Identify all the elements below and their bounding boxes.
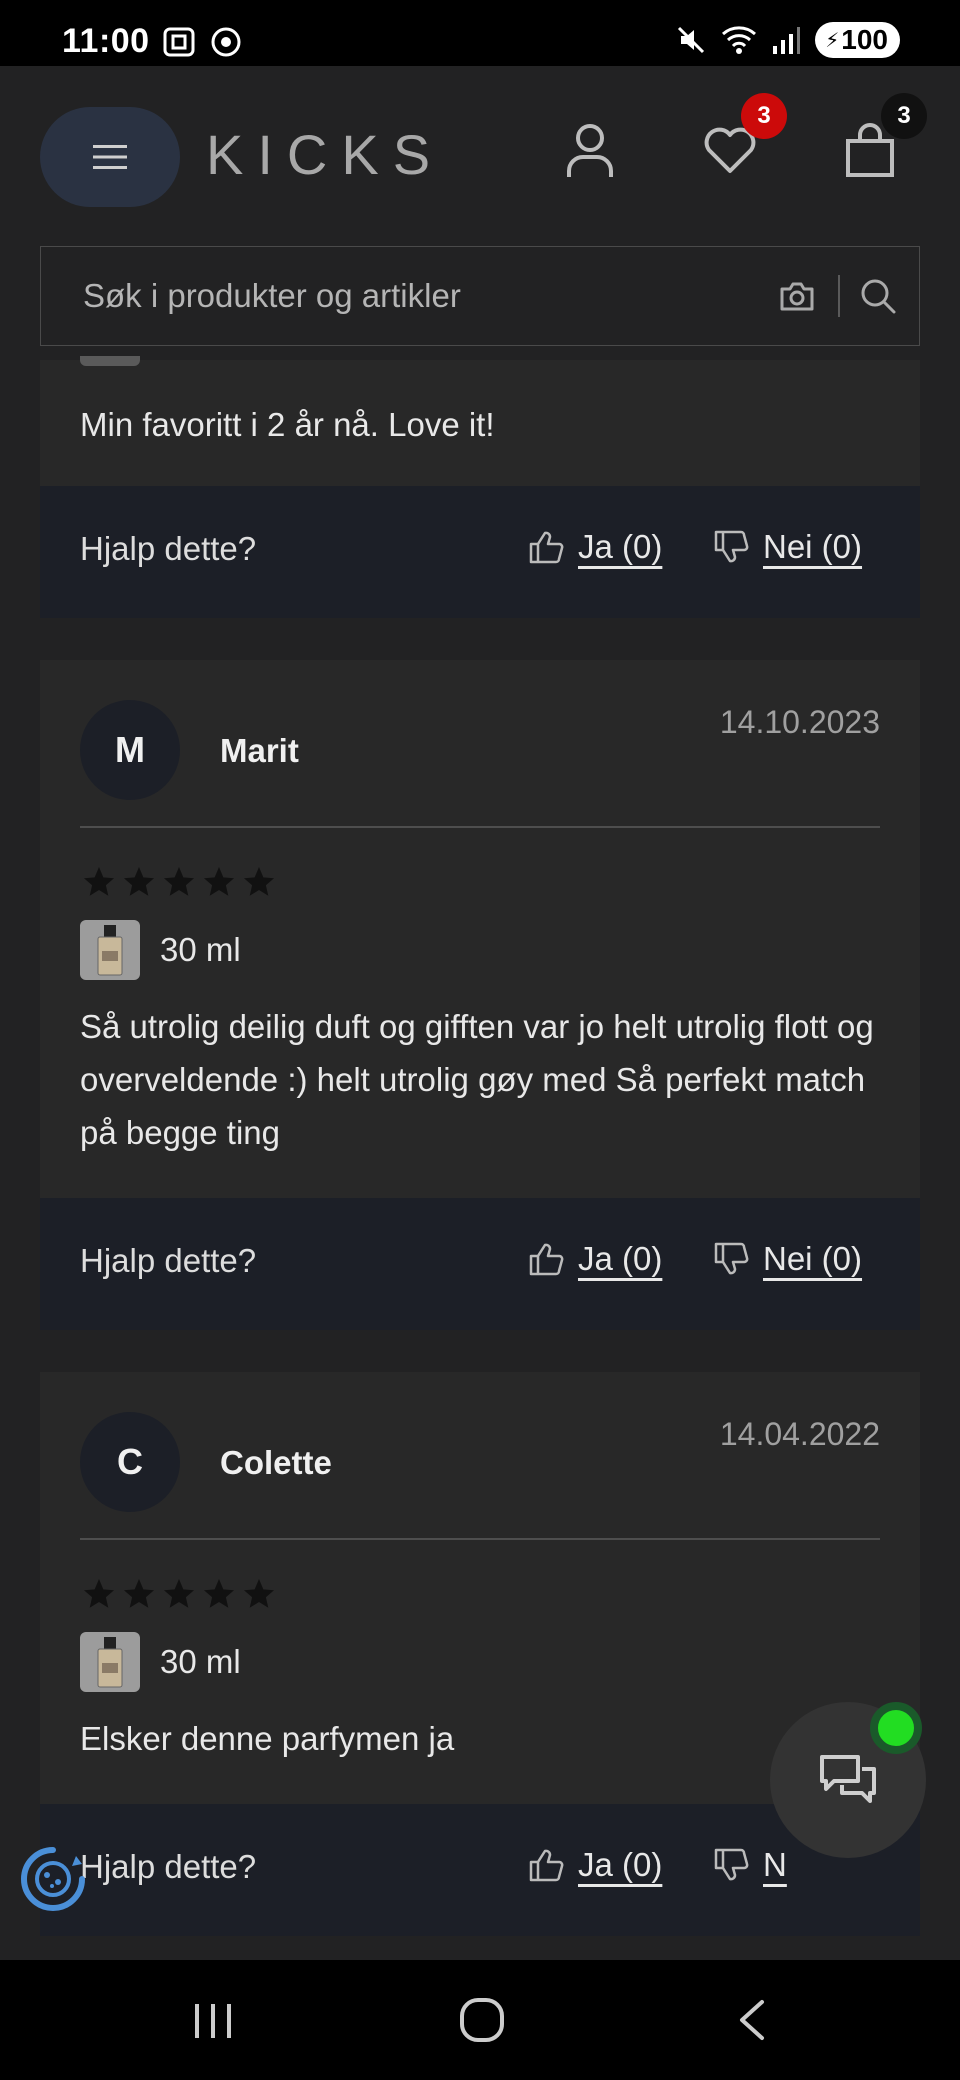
review-variant: 30 ml xyxy=(80,920,241,980)
variant-thumbnail xyxy=(80,1632,140,1692)
search-bar[interactable]: Søk i produkter og artikler xyxy=(40,246,920,346)
battery-indicator: ⚡ 100 xyxy=(815,22,900,58)
home-icon xyxy=(460,1998,504,2042)
vote-yes-label[interactable]: Ja (0) xyxy=(578,1240,662,1278)
star-icon xyxy=(124,867,154,896)
back-button[interactable] xyxy=(722,1990,782,2050)
vote-no-button[interactable]: N xyxy=(713,1846,787,1884)
variant-label: 30 ml xyxy=(160,1643,241,1680)
chrome-icon xyxy=(211,27,241,57)
vote-no-label[interactable]: Nei (0) xyxy=(763,1240,862,1278)
perfume-bottle-icon xyxy=(97,1637,123,1688)
wifi-icon xyxy=(722,26,757,54)
vote-yes-label[interactable]: Ja (0) xyxy=(578,1846,662,1884)
thumbs-down-icon xyxy=(714,1242,749,1275)
vote-yes-button[interactable]: Ja (0) xyxy=(528,1240,662,1278)
search-divider xyxy=(838,275,840,317)
review-text: Elsker denne parfymen ja xyxy=(80,1720,455,1757)
star-icon xyxy=(164,867,194,896)
menu-button[interactable] xyxy=(40,107,180,207)
variant-label: 30 ml xyxy=(160,931,241,968)
review-divider xyxy=(80,1538,880,1540)
recent-apps-button[interactable] xyxy=(183,1990,243,2050)
user-icon xyxy=(567,124,613,177)
vote-no-button[interactable]: Nei (0) xyxy=(713,1240,862,1278)
thumbs-down-icon xyxy=(714,1848,749,1881)
vote-no-label[interactable]: Nei (0) xyxy=(763,528,862,566)
vote-yes-button[interactable]: Ja (0) xyxy=(528,1846,662,1884)
thumbs-up-icon xyxy=(529,1849,564,1882)
review-date: 14.10.2023 xyxy=(719,704,880,740)
search-icon[interactable] xyxy=(859,277,897,315)
cookie-settings-icon xyxy=(21,1847,85,1911)
app-content: KICKS 3 3 Søk i produkter og artikler Mi… xyxy=(0,66,960,1960)
cart-count-badge: 3 xyxy=(881,93,927,139)
camera-icon[interactable] xyxy=(779,279,815,313)
site-header: KICKS 3 3 xyxy=(0,66,960,242)
back-icon xyxy=(740,2000,764,2040)
star-icon xyxy=(164,1579,194,1608)
review-date: 14.04.2022 xyxy=(719,1416,880,1452)
variant-thumbnail xyxy=(80,356,140,366)
avatar: C xyxy=(80,1412,180,1512)
review-text: Min favoritt i 2 år nå. Love it! xyxy=(80,406,495,443)
star-icon xyxy=(244,1579,274,1608)
review-card: Min favoritt i 2 år nå. Love it! xyxy=(40,356,920,486)
thumbs-up-icon xyxy=(529,1243,564,1276)
cookie-settings-button[interactable] xyxy=(16,1842,90,1916)
star-rating xyxy=(80,1576,278,1612)
system-navigation-bar xyxy=(0,1960,960,2080)
vote-no-button[interactable]: Nei (0) xyxy=(713,528,862,566)
kicks-logo[interactable]: KICKS xyxy=(206,122,444,187)
star-icon xyxy=(204,867,234,896)
status-icons-right: ⚡ 100 xyxy=(675,22,900,58)
status-bar: 11:00 ⚡ 100 xyxy=(0,0,960,66)
online-status-dot xyxy=(870,1702,922,1754)
review-card: M Marit 14.10.2023 30 ml Så utrolig deil… xyxy=(40,660,920,1198)
thumbs-up-icon xyxy=(529,531,564,564)
avatar: M xyxy=(80,700,180,800)
wishlist-count-badge: 3 xyxy=(741,93,787,139)
helpful-label: Hjalp dette? xyxy=(80,1848,257,1885)
mute-icon xyxy=(678,26,705,54)
star-icon xyxy=(84,1579,114,1608)
account-button[interactable] xyxy=(555,116,625,186)
search-input[interactable]: Søk i produkter og artikler xyxy=(83,277,461,315)
star-icon xyxy=(244,867,274,896)
reviewer-name: Colette xyxy=(220,1444,332,1481)
status-time: 11:00 xyxy=(62,22,150,60)
thumbs-down-icon xyxy=(714,530,749,563)
status-icons-left xyxy=(162,26,242,58)
star-icon xyxy=(124,1579,154,1608)
star-icon xyxy=(204,1579,234,1608)
star-icon xyxy=(84,867,114,896)
star-rating xyxy=(80,864,278,900)
home-button[interactable] xyxy=(452,1990,512,2050)
review-helpful-bar: Hjalp dette? Ja (0) Nei (0) xyxy=(40,1198,920,1330)
variant-thumbnail xyxy=(80,920,140,980)
screenshot-icon xyxy=(163,27,195,57)
helpful-label: Hjalp dette? xyxy=(80,1242,257,1279)
helpful-label: Hjalp dette? xyxy=(80,530,257,567)
reviewer-name: Marit xyxy=(220,732,299,769)
hamburger-icon xyxy=(93,145,127,169)
review-variant: 30 ml xyxy=(80,1632,241,1692)
heart-icon xyxy=(704,127,756,173)
review-helpful-bar: Hjalp dette? Ja (0) Nei (0) xyxy=(40,486,920,618)
recent-apps-icon xyxy=(195,2004,231,2038)
perfume-bottle-icon xyxy=(97,925,123,976)
review-divider xyxy=(80,826,880,828)
chat-icon xyxy=(820,1755,876,1803)
vote-yes-button[interactable]: Ja (0) xyxy=(528,528,662,566)
review-text: Så utrolig deilig duft og gifften var jo… xyxy=(80,1008,874,1151)
vote-no-label[interactable]: N xyxy=(763,1846,787,1884)
signal-icon xyxy=(773,27,801,54)
vote-yes-label[interactable]: Ja (0) xyxy=(578,528,662,566)
